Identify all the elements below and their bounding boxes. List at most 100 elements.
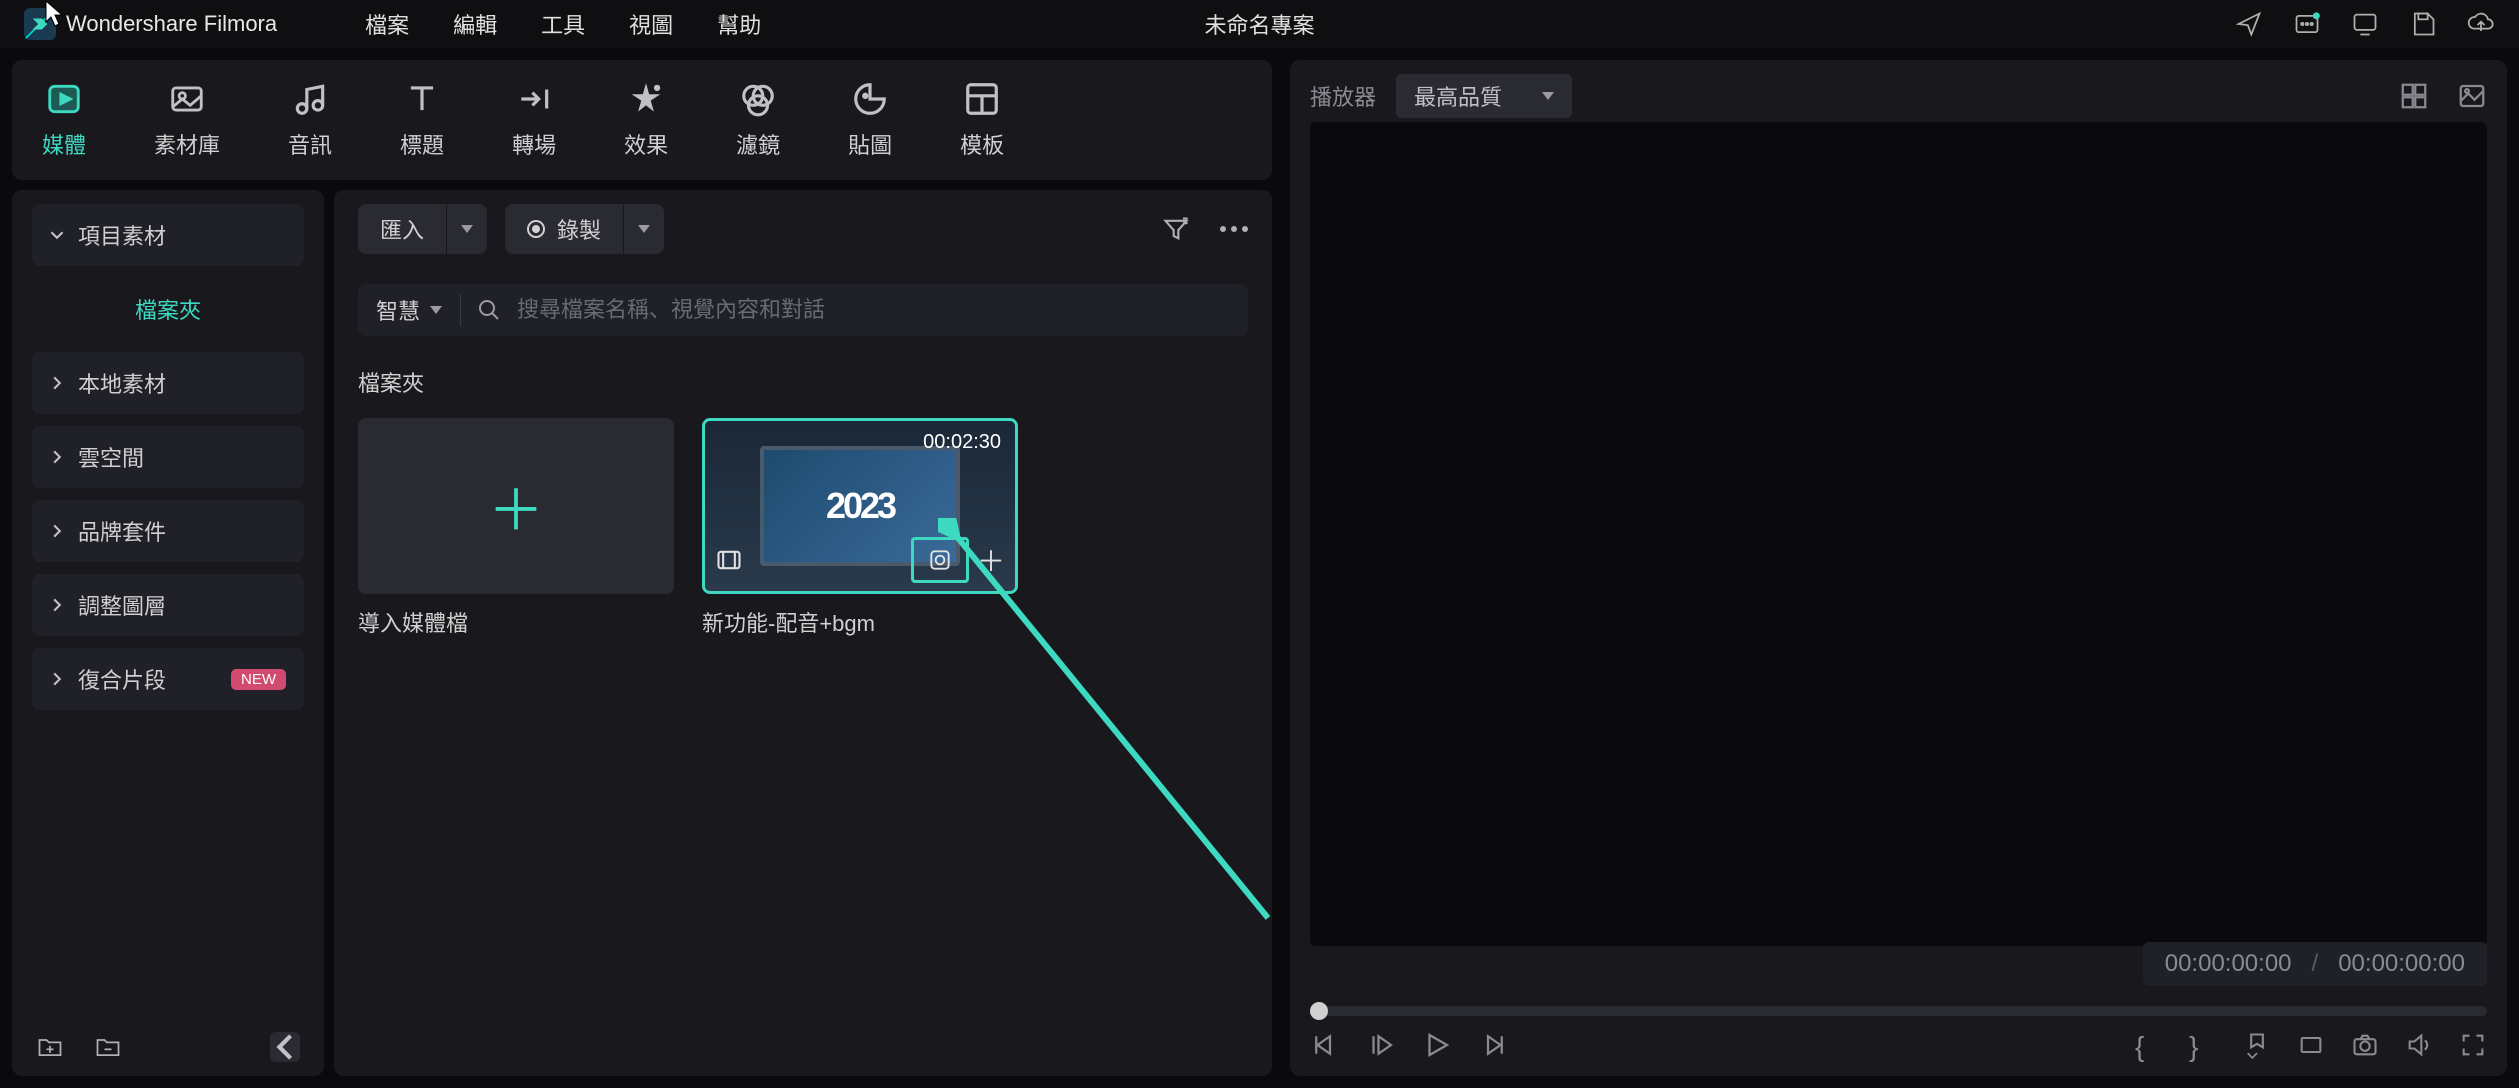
aspect-icon[interactable]: [2297, 1031, 2325, 1059]
sidebar-cloud-label: 雲空間: [78, 441, 144, 473]
sidebar-collapse-button[interactable]: [270, 1032, 300, 1062]
quality-dropdown[interactable]: 最高品質: [1396, 74, 1572, 118]
timecode-current: 00:00:00:00: [2165, 950, 2292, 978]
tab-media[interactable]: 媒體: [42, 80, 86, 160]
tab-audio[interactable]: 音訊: [288, 80, 332, 160]
clip-add-button[interactable]: ＋: [977, 540, 1005, 580]
menu-edit[interactable]: 編輯: [453, 8, 497, 40]
sidebar-local-label: 本地素材: [78, 367, 166, 399]
import-media-card[interactable]: ＋ 導入媒體檔: [358, 418, 674, 638]
record-button[interactable]: 錄製: [505, 204, 623, 254]
menu-help[interactable]: 幫助: [717, 8, 761, 40]
tab-stock[interactable]: 素材庫: [154, 80, 220, 160]
mark-out-button[interactable]: }: [2189, 1031, 2217, 1059]
menu-tools[interactable]: 工具: [541, 8, 585, 40]
import-button-group: 匯入: [358, 204, 487, 254]
plus-icon: ＋: [488, 466, 544, 547]
display-icon[interactable]: [2351, 10, 2379, 38]
fullscreen-icon[interactable]: [2459, 1031, 2487, 1059]
tab-media-label: 媒體: [42, 128, 86, 160]
import-media-label: 導入媒體檔: [358, 606, 674, 638]
image-icon[interactable]: [2457, 81, 2487, 111]
tool-tabs: 媒體 素材庫 音訊 標題 轉場 效果: [12, 60, 1272, 180]
media-sidebar: 項目素材 檔案夾 本地素材 雲空間 品牌套件: [12, 190, 324, 1076]
grid-view-icon[interactable]: [2399, 81, 2429, 111]
import-dropdown-button[interactable]: [446, 204, 487, 254]
project-title: 未命名專案: [1204, 8, 1314, 40]
media-clip-card[interactable]: 2023 00:02:30 ＋ 新功能-配音+bgm: [702, 418, 1018, 638]
delete-folder-icon[interactable]: [94, 1033, 122, 1061]
menu-view[interactable]: 視圖: [629, 8, 673, 40]
cloud-upload-icon[interactable]: [2467, 10, 2495, 38]
prev-frame-button[interactable]: [1310, 1030, 1340, 1060]
record-icon: [527, 220, 545, 238]
menu-file[interactable]: 檔案: [365, 8, 409, 40]
app-name: Wondershare Filmora: [66, 11, 277, 37]
filter-icon[interactable]: [1162, 215, 1190, 243]
sidebar-compound-label: 復合片段: [78, 663, 166, 695]
sidebar-item-project-media[interactable]: 項目素材: [32, 204, 304, 266]
tab-template[interactable]: 模板: [960, 80, 1004, 160]
player-scrubber[interactable]: [1310, 1006, 2487, 1016]
mark-in-button[interactable]: {: [2135, 1031, 2163, 1059]
sidebar-item-compound[interactable]: 復合片段 NEW: [32, 648, 304, 710]
tab-stock-label: 素材庫: [154, 128, 220, 160]
tab-effect-label: 效果: [624, 128, 668, 160]
search-icon: [477, 298, 501, 322]
tab-title-label: 標題: [400, 128, 444, 160]
clip-name: 新功能-配音+bgm: [702, 606, 1018, 638]
sidebar-adjust-label: 調整圖層: [78, 589, 166, 621]
sidebar-item-cloud[interactable]: 雲空間: [32, 426, 304, 488]
tab-audio-label: 音訊: [288, 128, 332, 160]
tab-sticker-label: 貼圖: [848, 128, 892, 160]
sidebar-project-media-label: 項目素材: [78, 219, 166, 251]
tab-filter[interactable]: 濾鏡: [736, 80, 780, 160]
record-dropdown-button[interactable]: [623, 204, 664, 254]
player-panel: 播放器 最高品質 00:00:00:00 / 00:00:00:00: [1290, 60, 2507, 1076]
media-panel: 匯入 錄製 智慧: [334, 190, 1272, 1076]
clip-highlight-box[interactable]: [911, 537, 969, 583]
mouse-cursor-icon: [45, 0, 67, 30]
sidebar-folder-label: 檔案夾: [135, 293, 201, 325]
import-button[interactable]: 匯入: [358, 204, 446, 254]
search-bar: 智慧: [358, 284, 1248, 336]
save-icon[interactable]: [2409, 10, 2437, 38]
message-icon[interactable]: [2293, 10, 2321, 38]
next-frame-button[interactable]: [1478, 1030, 1508, 1060]
chevron-down-icon: [461, 225, 473, 233]
player-label: 播放器: [1310, 80, 1376, 112]
sidebar-item-adjust[interactable]: 調整圖層: [32, 574, 304, 636]
tab-sticker[interactable]: 貼圖: [848, 80, 892, 160]
media-section-title: 檔案夾: [358, 366, 1248, 398]
play-button[interactable]: [1422, 1030, 1452, 1060]
tab-template-label: 模板: [960, 128, 1004, 160]
stop-button[interactable]: [1366, 1030, 1396, 1060]
share-icon[interactable]: [2235, 10, 2263, 38]
new-badge: NEW: [231, 669, 286, 690]
sidebar-item-local[interactable]: 本地素材: [32, 352, 304, 414]
sidebar-folder-filter[interactable]: 檔案夾: [32, 278, 304, 340]
record-button-group: 錄製: [505, 204, 664, 254]
chevron-down-icon: [430, 306, 442, 314]
more-options-button[interactable]: [1220, 226, 1248, 232]
tab-filter-label: 濾鏡: [736, 128, 780, 160]
timecode-display: 00:00:00:00 / 00:00:00:00: [2143, 942, 2487, 986]
timecode-total: 00:00:00:00: [2338, 950, 2465, 978]
player-canvas[interactable]: [1310, 122, 2487, 946]
tab-effect[interactable]: 效果: [624, 80, 668, 160]
clip-action-icon: [927, 547, 953, 573]
volume-icon[interactable]: [2405, 1031, 2433, 1059]
marker-dropdown-icon[interactable]: [2243, 1031, 2271, 1059]
tab-title[interactable]: 標題: [400, 80, 444, 160]
tab-transition-label: 轉場: [512, 128, 556, 160]
search-input[interactable]: [517, 297, 1230, 323]
sidebar-item-brand[interactable]: 品牌套件: [32, 500, 304, 562]
snapshot-icon[interactable]: [2351, 1031, 2379, 1059]
tab-transition[interactable]: 轉場: [512, 80, 556, 160]
new-folder-icon[interactable]: [36, 1033, 64, 1061]
chevron-down-icon: [1542, 92, 1554, 100]
title-bar: Wondershare Filmora 檔案 編輯 工具 視圖 幫助 未命名專案: [0, 0, 2519, 48]
chevron-down-icon: [638, 225, 650, 233]
search-mode-dropdown[interactable]: 智慧: [376, 294, 461, 326]
sidebar-brand-label: 品牌套件: [78, 515, 166, 547]
